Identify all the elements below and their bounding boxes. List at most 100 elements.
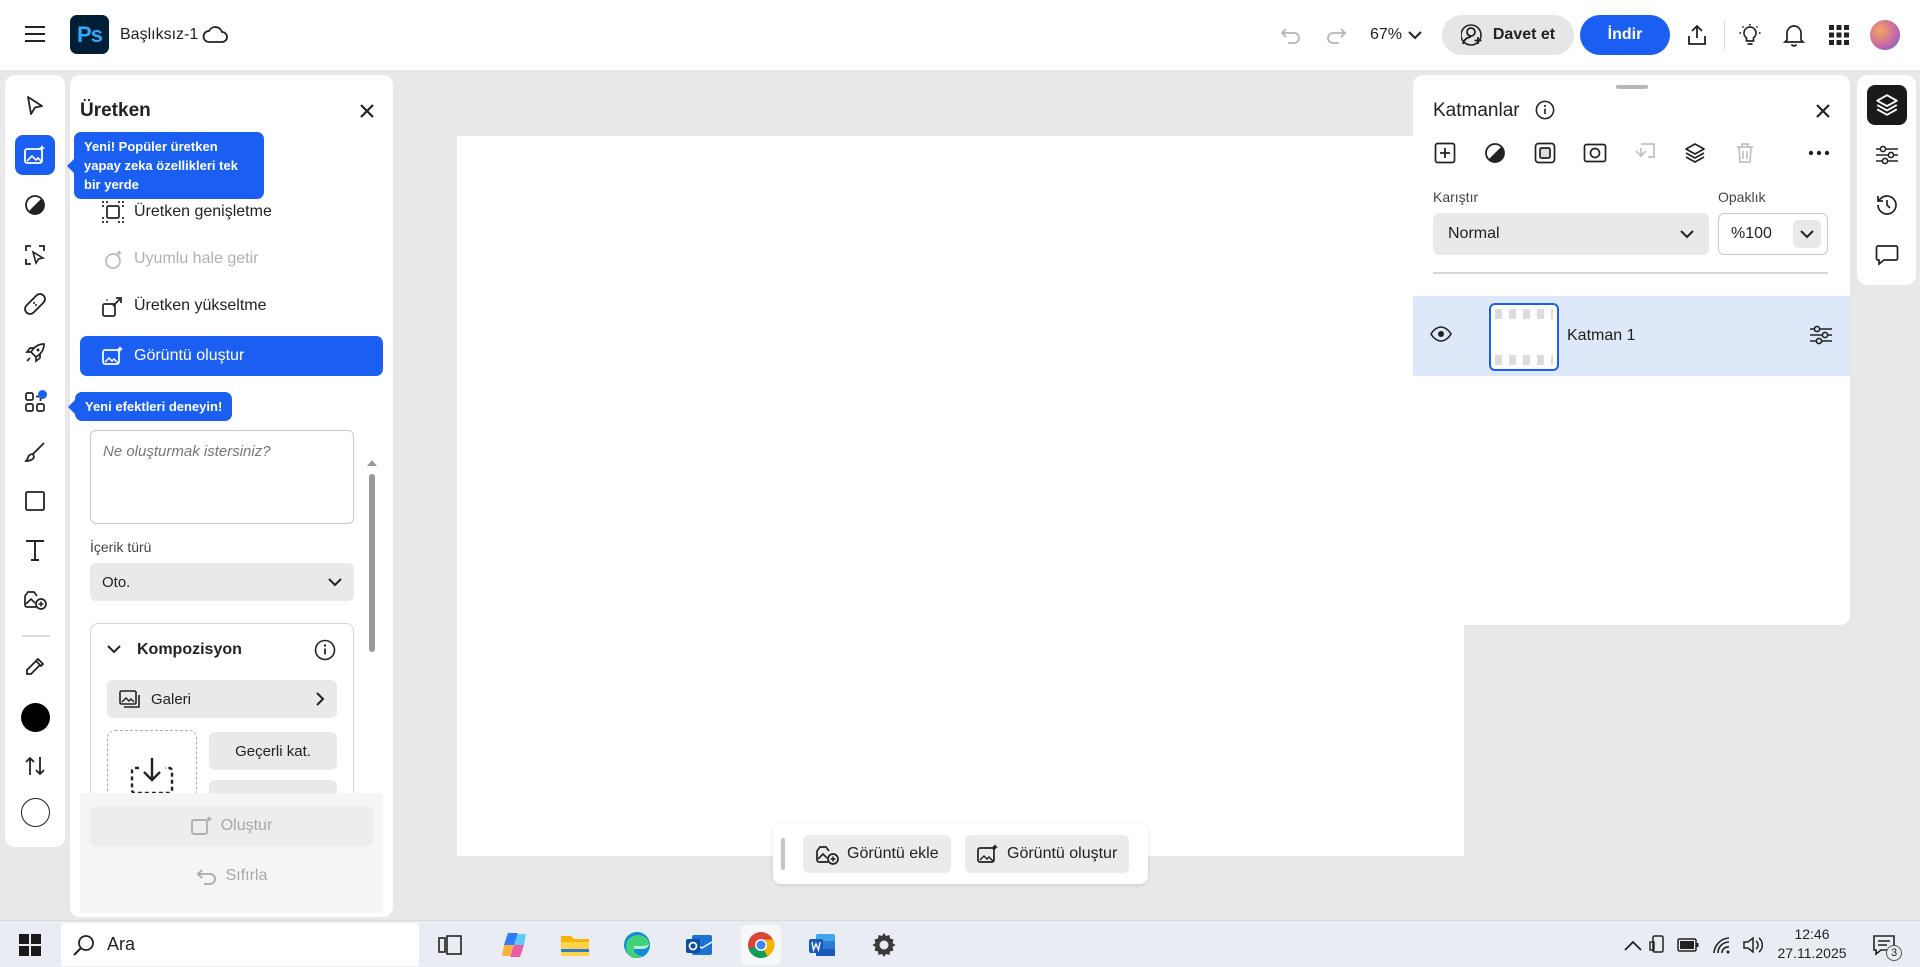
quick-actions-tool[interactable]	[5, 331, 65, 375]
brush-tool[interactable]	[5, 430, 65, 474]
add-image-tool[interactable]	[5, 577, 65, 621]
generative-tool[interactable]	[5, 133, 65, 177]
download-button[interactable]: İndir	[1580, 15, 1670, 55]
bell-icon[interactable]	[1780, 21, 1808, 49]
add-layer-icon[interactable]	[1429, 137, 1461, 169]
history-rail-button[interactable]	[1867, 185, 1907, 225]
generative-upscale-item[interactable]: Üretken yükseltme	[80, 286, 383, 326]
adjustment-layer-icon[interactable]	[1479, 137, 1511, 169]
invite-button[interactable]: Davet et	[1442, 15, 1574, 55]
add-image-button[interactable]: Görüntü ekle	[803, 835, 951, 873]
move-tool[interactable]	[5, 84, 65, 128]
panel-grab-handle[interactable]	[1616, 85, 1648, 89]
adjustments-rail-button[interactable]	[1867, 135, 1907, 175]
word-icon[interactable]	[802, 925, 842, 965]
notification-center[interactable]: 3	[1862, 925, 1906, 965]
comments-rail-button[interactable]	[1867, 235, 1907, 275]
zoom-dropdown[interactable]: 67%	[1370, 22, 1422, 48]
eyedropper-icon	[24, 656, 46, 678]
lightbulb-icon[interactable]	[1736, 21, 1764, 49]
gallery-button[interactable]: Galeri	[107, 680, 337, 718]
battery-icon[interactable]	[1673, 925, 1703, 965]
add-image-label: Görüntü ekle	[847, 845, 939, 862]
prompt-input[interactable]: Ne oluşturmak istersiniz?	[90, 430, 354, 524]
current-layer-button[interactable]: Geçerli kat.	[209, 732, 337, 770]
shape-tool[interactable]	[5, 479, 65, 523]
clip-layer-icon[interactable]	[1629, 137, 1661, 169]
layer-row[interactable]: Katman 1	[1413, 296, 1850, 376]
generate-button[interactable]: Oluştur	[90, 806, 373, 846]
topbar-divider	[1724, 20, 1725, 50]
composition-title: Kompozisyon	[137, 641, 242, 658]
app-logo[interactable]: Ps	[70, 15, 109, 54]
content-type-dropdown[interactable]: Oto.	[90, 563, 354, 601]
user-avatar[interactable]	[1870, 20, 1900, 50]
generate-image-item[interactable]: Görüntü oluştur	[80, 336, 383, 376]
copilot-icon[interactable]	[494, 925, 534, 965]
document-title[interactable]: Başlıksız-1	[120, 24, 198, 46]
redo-icon[interactable]	[1322, 21, 1350, 49]
volume-icon[interactable]	[1738, 925, 1768, 965]
harmonize-item[interactable]: Uyumlu hale getir	[80, 239, 383, 279]
system-clock[interactable]: 12:46 27.11.2025	[1772, 925, 1852, 963]
swap-colors[interactable]	[5, 744, 65, 788]
opacity-label: Opaklık	[1718, 189, 1766, 205]
effects-tool[interactable]	[5, 380, 65, 424]
close-icon[interactable]	[354, 98, 380, 124]
chevron-down-icon[interactable]	[1793, 220, 1821, 248]
delete-layer-icon[interactable]	[1729, 137, 1761, 169]
windows-start-icon[interactable]	[10, 925, 50, 965]
file-explorer-icon[interactable]	[555, 925, 595, 965]
reset-label: Sıfırla	[225, 867, 268, 884]
clock-time: 12:46	[1794, 926, 1830, 942]
scroll-thumb[interactable]	[369, 474, 375, 652]
background-color[interactable]	[5, 790, 65, 834]
settings-gear-icon[interactable]	[864, 925, 904, 965]
chrome-icon[interactable]	[741, 925, 781, 965]
outlook-icon[interactable]	[679, 925, 719, 965]
task-view-icon[interactable]	[430, 925, 470, 965]
drag-handle[interactable]	[781, 838, 785, 870]
close-icon[interactable]	[1810, 98, 1836, 124]
taskbar-search[interactable]: Ara	[61, 923, 419, 966]
menu-icon[interactable]	[18, 17, 52, 51]
generate-image-button[interactable]: Görüntü oluştur	[965, 835, 1130, 873]
layer-name[interactable]: Katman 1	[1567, 327, 1635, 345]
panel-title: Üretken	[80, 100, 151, 121]
document-canvas[interactable]	[457, 136, 1464, 856]
text-tool[interactable]	[5, 528, 65, 572]
generate-label: Oluştur	[220, 817, 273, 834]
layers-rail-button[interactable]	[1867, 85, 1907, 125]
info-icon[interactable]	[314, 639, 336, 661]
eyedropper-tool[interactable]	[5, 645, 65, 689]
apps-grid-icon[interactable]	[1825, 21, 1853, 49]
more-options-icon[interactable]	[1803, 137, 1835, 169]
opacity-field[interactable]: %100	[1718, 213, 1828, 255]
windows-taskbar: Ara 12:46 27.11.2025 3	[0, 920, 1920, 967]
select-tool[interactable]	[5, 233, 65, 277]
reset-button[interactable]: Sıfırla	[90, 856, 373, 896]
layer-stack-icon[interactable]	[1679, 137, 1711, 169]
undo-icon[interactable]	[1277, 21, 1305, 49]
layer-properties-icon[interactable]	[1809, 324, 1833, 346]
device-icon[interactable]	[1643, 925, 1673, 965]
mask-icon[interactable]	[1529, 137, 1561, 169]
eye-icon[interactable]	[1430, 326, 1452, 342]
layer-thumbnail[interactable]	[1489, 303, 1559, 371]
scroll-up-icon[interactable]	[367, 459, 377, 466]
layer-mask-icon[interactable]	[1579, 137, 1611, 169]
edge-icon[interactable]	[617, 925, 657, 965]
share-icon[interactable]	[1683, 21, 1711, 49]
foreground-color[interactable]	[5, 695, 65, 739]
chevron-down-icon[interactable]	[107, 645, 121, 654]
wifi-icon[interactable]	[1708, 925, 1738, 965]
generate-image-label: Görüntü oluştur	[1007, 845, 1118, 862]
chevron-down-icon	[1408, 30, 1422, 40]
blend-mode-dropdown[interactable]: Normal	[1433, 213, 1709, 255]
adjust-tool[interactable]	[5, 183, 65, 227]
cloud-icon[interactable]	[201, 22, 229, 48]
chevron-right-icon	[316, 692, 325, 706]
info-icon[interactable]	[1535, 100, 1555, 120]
search-icon	[73, 934, 95, 956]
heal-tool[interactable]	[5, 282, 65, 326]
